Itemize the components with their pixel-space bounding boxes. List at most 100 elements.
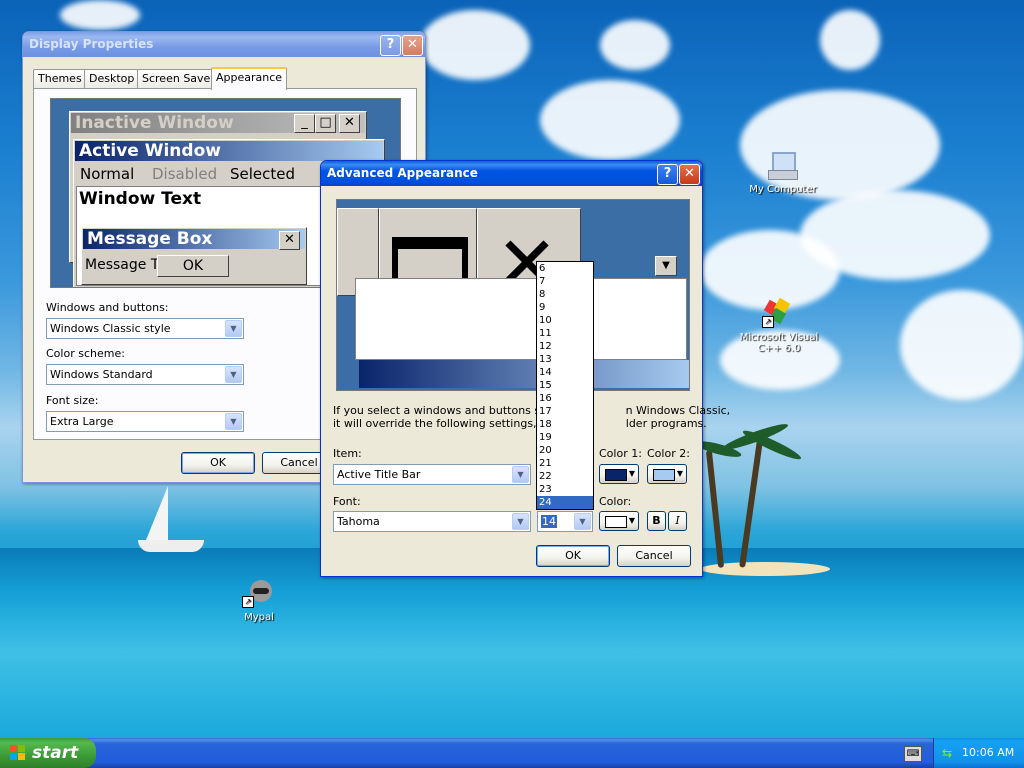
window-title: Advanced Appearance (327, 166, 478, 180)
windows-buttons-select[interactable]: Windows Classic style ▼ (46, 318, 244, 339)
font-size-option[interactable]: 22 (537, 470, 593, 483)
preview-active-title: Active Window (75, 141, 383, 161)
item-select[interactable]: Active Title Bar ▼ (333, 464, 531, 485)
font-size-option[interactable]: 21 (537, 457, 593, 470)
preview-title-gradient (359, 360, 689, 388)
advanced-preview[interactable]: ✕ ▼ (336, 199, 690, 391)
font-size-label: Font size: (46, 394, 99, 407)
tab-desktop[interactable]: Desktop (84, 69, 140, 88)
start-label: start (32, 743, 79, 763)
windows-buttons-label: Windows and buttons: (46, 301, 169, 314)
display-properties-titlebar[interactable]: Display Properties ? ✕ (23, 32, 425, 57)
preview-dropdown-icon: ▼ (655, 256, 677, 276)
cloud (540, 80, 680, 160)
font-size-option[interactable]: 11 (537, 327, 593, 340)
font-size-option[interactable]: 17 (537, 405, 593, 418)
font-size-dropdown-list[interactable]: 6 7 8 9 10 11 12 13 14 15 16 17 18 19 20 21 22 23 24 (536, 261, 594, 510)
windows-buttons-value: Windows Classic style (50, 322, 171, 335)
help-button[interactable]: ? (380, 35, 401, 56)
font-size-option[interactable]: 13 (537, 353, 593, 366)
font-size-option[interactable]: 6 (537, 262, 593, 275)
ok-button[interactable]: OK (181, 452, 255, 474)
font-size-select[interactable]: Extra Large ▼ (46, 411, 244, 432)
bold-toggle[interactable]: B (647, 511, 666, 531)
font-color-picker[interactable]: ▼ (599, 511, 639, 531)
color2-swatch (653, 469, 675, 481)
taskbar: start ⌨ ⇆ 10:06 AM (0, 738, 1024, 768)
font-size-option[interactable]: 7 (537, 275, 593, 288)
clock[interactable]: 10:06 AM (962, 738, 1014, 768)
preview-minimize-icon: _ (294, 114, 315, 133)
desktop-icon-mypal[interactable]: ↗ Mypal (214, 578, 304, 623)
raccoon-icon: ↗ (242, 578, 276, 610)
font-size-option[interactable]: 24 (537, 496, 593, 509)
color1-swatch (605, 469, 627, 481)
preview-menu-normal: Normal (80, 165, 135, 183)
chevron-down-icon[interactable]: ▼ (512, 466, 529, 483)
chevron-down-icon[interactable]: ▼ (574, 513, 591, 530)
font-color-label: Color: (599, 495, 632, 508)
preview-message-box: Message Box ✕ Message T OK (81, 227, 307, 285)
item-label: Item: (333, 447, 362, 460)
chevron-down-icon[interactable]: ▼ (512, 513, 529, 530)
item-value: Active Title Bar (337, 468, 421, 481)
chevron-down-icon[interactable]: ▼ (225, 366, 242, 383)
my-computer-icon (766, 150, 800, 182)
advanced-appearance-window: Advanced Appearance ? ✕ ✕ ▼ If you selec… (320, 160, 730, 577)
close-button[interactable]: ✕ (679, 164, 700, 185)
mypal-label: Mypal (244, 612, 274, 623)
color1-picker[interactable]: ▼ (599, 464, 639, 484)
sailboat-sail (146, 486, 168, 540)
info-text-line2: it will override the following settings,… (333, 417, 707, 430)
font-size-option[interactable]: 15 (537, 379, 593, 392)
font-select[interactable]: Tahoma ▼ (333, 511, 531, 532)
preview-menu-selected: Selected (230, 165, 296, 183)
color-scheme-value: Windows Standard (50, 368, 153, 381)
color-scheme-select[interactable]: Windows Standard ▼ (46, 364, 244, 385)
desktop-icon-my-computer[interactable]: My Computer (738, 150, 828, 195)
font-size-combo[interactable]: 14 ▼ (537, 511, 593, 532)
chevron-down-icon: ▼ (676, 469, 683, 478)
font-size-option[interactable]: 9 (537, 301, 593, 314)
font-size-option[interactable]: 19 (537, 431, 593, 444)
close-button[interactable]: ✕ (402, 35, 423, 56)
font-size-option[interactable]: 14 (537, 366, 593, 379)
chevron-down-icon[interactable]: ▼ (225, 413, 242, 430)
color2-picker[interactable]: ▼ (647, 464, 687, 484)
font-size-option[interactable]: 23 (537, 483, 593, 496)
network-icon[interactable]: ⇆ (942, 746, 956, 760)
font-size-option[interactable]: 18 (537, 418, 593, 431)
my-computer-label: My Computer (749, 184, 817, 195)
font-size-option[interactable]: 10 (537, 314, 593, 327)
msvc-label-line1: Microsoft Visual (739, 332, 819, 343)
italic-toggle[interactable]: I (668, 511, 687, 531)
font-size-option[interactable]: 20 (537, 444, 593, 457)
font-size-value: Extra Large (50, 415, 114, 428)
tab-appearance[interactable]: Appearance (211, 67, 288, 90)
color1-label: Color 1: (599, 447, 642, 460)
chevron-down-icon[interactable]: ▼ (225, 320, 242, 337)
color-scheme-label: Color scheme: (46, 347, 125, 360)
ok-button[interactable]: OK (536, 545, 610, 567)
shortcut-arrow-icon: ↗ (762, 316, 774, 328)
font-size-option[interactable]: 16 (537, 392, 593, 405)
tab-themes[interactable]: Themes (33, 69, 87, 88)
font-size-option[interactable]: 8 (537, 288, 593, 301)
chevron-down-icon: ▼ (628, 469, 635, 478)
tab-screen-saver[interactable]: Screen Saver (137, 69, 220, 88)
tab-strip: Themes Desktop Screen Saver Appearance (33, 67, 413, 90)
font-label: Font: (333, 495, 361, 508)
font-size-option[interactable]: 12 (537, 340, 593, 353)
keyboard-icon[interactable]: ⌨ (904, 746, 922, 762)
preview-menu-disabled: Disabled (152, 165, 218, 183)
preview-close-icon: ✕ (339, 114, 360, 133)
preview-message-text: Message T (85, 257, 160, 273)
help-button[interactable]: ? (657, 164, 678, 185)
desktop-icon-msvc[interactable]: ↗ Microsoft Visual C++ 6.0 (734, 297, 824, 354)
windows-logo-icon (10, 745, 26, 761)
start-button[interactable]: start (0, 738, 96, 768)
advanced-appearance-titlebar[interactable]: Advanced Appearance ? ✕ (321, 161, 702, 186)
preview-ok-button: OK (157, 255, 229, 277)
chevron-down-icon: ▼ (628, 516, 635, 525)
cancel-button[interactable]: Cancel (617, 545, 691, 567)
